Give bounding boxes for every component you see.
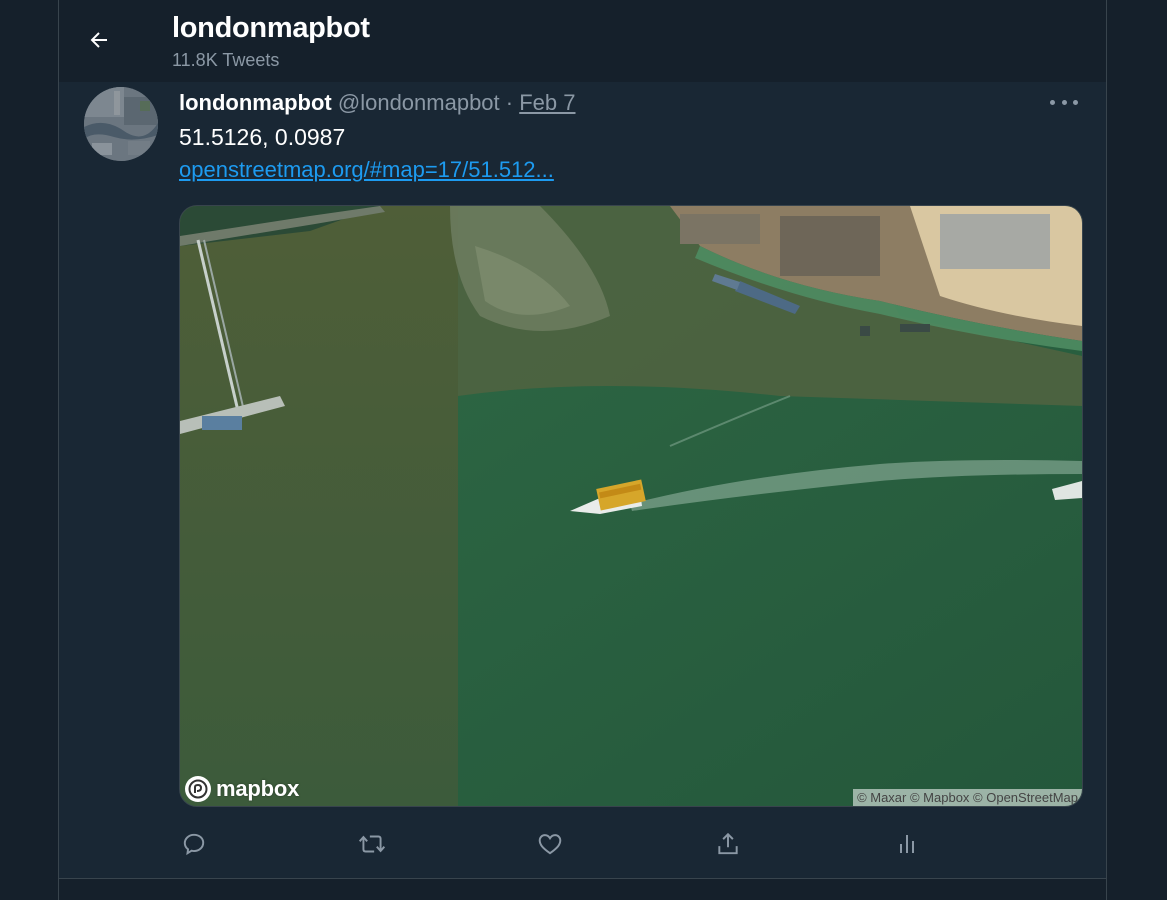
tweet-link[interactable]: openstreetmap.org/#map=17/51.512... bbox=[179, 157, 554, 183]
analytics-button[interactable] bbox=[890, 827, 924, 861]
like-button[interactable] bbox=[533, 827, 567, 861]
more-dot-icon bbox=[1050, 99, 1055, 105]
reply-icon bbox=[183, 833, 205, 856]
author-handle[interactable]: @londonmapbot bbox=[338, 90, 500, 115]
more-options-button[interactable] bbox=[1050, 92, 1078, 112]
mapbox-logo-icon bbox=[185, 776, 211, 802]
tweet-media-map[interactable]: mapbox © Maxar © Mapbox © OpenStreetMap bbox=[179, 205, 1083, 807]
author-name[interactable]: londonmapbot bbox=[179, 90, 332, 115]
avatar[interactable] bbox=[84, 87, 158, 161]
like-icon bbox=[538, 834, 562, 855]
reply-button[interactable] bbox=[177, 827, 211, 861]
tweet-text: 51.5126, 0.0987 bbox=[179, 124, 346, 150]
tweet-date[interactable]: Feb 7 bbox=[519, 90, 575, 115]
map-attribution[interactable]: © Maxar © Mapbox © OpenStreetMap bbox=[853, 789, 1082, 806]
arrow-left-icon bbox=[90, 32, 107, 48]
more-dot-icon bbox=[1061, 99, 1067, 105]
tweet[interactable]: londonmapbot @londonmapbot · Feb 7 51.51… bbox=[59, 82, 1106, 879]
share-button[interactable] bbox=[711, 827, 745, 861]
retweet-button[interactable] bbox=[355, 827, 389, 861]
back-button[interactable] bbox=[79, 20, 119, 60]
share-icon bbox=[718, 832, 738, 855]
timeline-column: londonmapbot 11.8K Tweets londonmapbot @… bbox=[58, 0, 1107, 900]
profile-header: londonmapbot 11.8K Tweets bbox=[59, 0, 1106, 82]
mapbox-logo-text: mapbox bbox=[216, 776, 300, 801]
tweet-count: 11.8K Tweets bbox=[172, 50, 280, 70]
tweet-actions bbox=[179, 827, 939, 861]
satellite-map-image bbox=[180, 206, 1082, 806]
more-dot-icon bbox=[1073, 99, 1078, 105]
mapbox-logo[interactable]: mapbox bbox=[185, 776, 299, 802]
page-title: londonmapbot bbox=[172, 12, 370, 44]
meta-separator: · bbox=[505, 90, 514, 115]
retweet-icon bbox=[358, 835, 386, 853]
tweet-meta: londonmapbot @londonmapbot · Feb 7 bbox=[179, 90, 576, 116]
analytics-icon bbox=[900, 835, 914, 853]
